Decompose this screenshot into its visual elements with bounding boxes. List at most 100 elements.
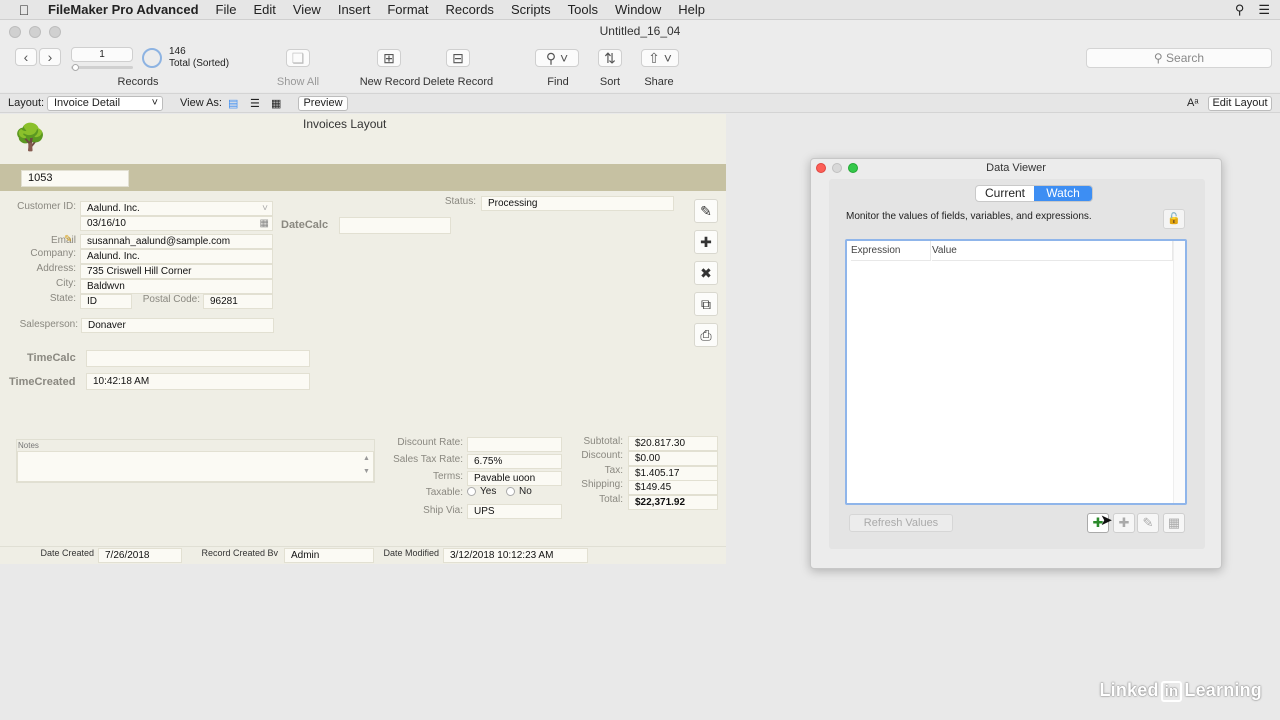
lock-button[interactable]: 🔓 <box>1163 209 1185 229</box>
postal-code-field[interactable]: 96281 <box>203 294 273 309</box>
edit-expression-button[interactable]: ✎ <box>1137 513 1159 533</box>
find-button[interactable]: ⚲ ˅ <box>535 49 579 67</box>
status-field[interactable]: Processing <box>481 196 674 211</box>
window-zoom-button[interactable] <box>49 26 61 38</box>
timecreated-field[interactable]: 10:42:18 AM <box>86 373 310 390</box>
invoice-id-field[interactable]: 1053 <box>21 170 129 187</box>
menu-edit[interactable]: Edit <box>253 2 275 17</box>
duplicate-expression-button[interactable]: ✚ <box>1113 513 1135 533</box>
delete-button[interactable]: ✖ <box>694 261 718 285</box>
formatting-bar-icon[interactable]: Aᵃ <box>1187 97 1198 109</box>
tax-field[interactable]: $1.405.17 <box>628 466 718 481</box>
timecalc-field[interactable] <box>86 350 310 367</box>
timecreated-label: TimeCreated <box>9 376 76 388</box>
duplicate-button[interactable]: ⧉ <box>694 292 718 316</box>
mouse-cursor-icon: ➤ <box>1100 512 1113 529</box>
layout-select[interactable]: Invoice Detail ˅ <box>47 96 163 111</box>
menu-help[interactable]: Help <box>678 2 705 17</box>
new-record-button[interactable]: ⊞ <box>377 49 401 67</box>
total-field[interactable]: $22,371.92 <box>628 495 718 510</box>
linkedin-learning-watermark: Linked in Learning <box>1099 680 1262 702</box>
delete-record-button[interactable]: ⊟ <box>446 49 470 67</box>
menu-records[interactable]: Records <box>446 2 494 17</box>
preview-button[interactable]: Preview <box>298 96 348 111</box>
customer-id-dropdown[interactable]: Aalund. Inc. ˅ <box>80 201 273 216</box>
record-slider-handle[interactable] <box>72 64 79 71</box>
date-created-label: Date Created <box>40 548 94 558</box>
email-field[interactable]: susannah_aalund@sample.com <box>80 234 273 249</box>
refresh-values-button[interactable]: Refresh Values <box>849 514 953 532</box>
city-field[interactable]: Baldwvn <box>80 279 273 294</box>
add-button[interactable]: ✚ <box>694 230 718 254</box>
delete-expression-button[interactable]: ▦ <box>1163 513 1185 533</box>
date-modified-field[interactable]: 3/12/2018 10:12:23 AM <box>443 548 588 563</box>
date-created-field[interactable]: 7/26/2018 <box>98 548 182 563</box>
shipping-field[interactable]: $149.45 <box>628 480 718 495</box>
edit-layout-button[interactable]: Edit Layout <box>1208 96 1272 111</box>
sort-button[interactable]: ⇅ <box>598 49 622 67</box>
layout-content: 🌳 Invoices Layout 1053 Customer ID: Aalu… <box>0 114 726 564</box>
sales-tax-rate-label: Sales Tax Rate: <box>393 454 463 465</box>
address-field[interactable]: 735 Criswell Hill Corner <box>80 264 273 279</box>
share-button[interactable]: ⇧ ˅ <box>641 49 679 67</box>
edit-button[interactable]: ✎ <box>694 199 718 223</box>
date-field[interactable]: 03/16/10 ▦ <box>80 216 273 231</box>
delete-record-label: Delete Record <box>422 76 494 88</box>
spotlight-search-icon[interactable]: ⚲ <box>1235 2 1245 18</box>
window-minimize-button[interactable] <box>29 26 41 38</box>
menu-tools[interactable]: Tools <box>568 2 598 17</box>
table-scrollbar[interactable] <box>1173 241 1185 503</box>
column-expression[interactable]: Expression <box>851 241 931 261</box>
calendar-icon[interactable]: ▦ <box>260 217 269 230</box>
table-view-icon[interactable]: ▦ <box>271 97 281 110</box>
app-menu[interactable]: FileMaker Pro Advanced <box>48 2 199 17</box>
notes-scrollbar[interactable]: ▲ ▼ <box>360 452 373 481</box>
show-all-button[interactable]: ❏ <box>286 49 310 67</box>
terms-field[interactable]: Pavable uoon <box>467 471 562 486</box>
list-view-icon[interactable]: ☰ <box>250 97 260 110</box>
menu-scripts[interactable]: Scripts <box>511 2 551 17</box>
notes-field[interactable] <box>17 451 374 482</box>
subtotal-field[interactable]: $20.817.30 <box>628 436 718 451</box>
ship-via-field[interactable]: UPS <box>467 504 562 519</box>
record-created-by-field[interactable]: Admin <box>284 548 374 563</box>
ship-via-label: Ship Via: <box>423 505 463 516</box>
tab-watch[interactable]: Watch <box>1034 186 1092 201</box>
taxable-yes-radio[interactable] <box>467 487 476 496</box>
apple-menu-icon[interactable]:  <box>0 2 48 18</box>
salesperson-label: Salesperson: <box>19 319 78 330</box>
lock-icon: 🔓 <box>1167 213 1181 225</box>
sales-tax-rate-field[interactable]: 6.75% <box>467 454 562 469</box>
company-field[interactable]: Aalund. Inc. <box>80 249 273 264</box>
taxable-label: Taxable: <box>425 487 463 498</box>
next-record-button[interactable]: › <box>39 48 61 66</box>
notification-center-icon[interactable]: ☰ <box>1258 2 1270 18</box>
form-view-icon[interactable]: ▤ <box>228 97 238 110</box>
menu-window[interactable]: Window <box>615 2 661 17</box>
taxable-no-radio[interactable] <box>506 487 515 496</box>
new-record-label: New Record <box>359 76 421 88</box>
column-value[interactable]: Value <box>932 241 1173 261</box>
menu-file[interactable]: File <box>216 2 237 17</box>
quick-find-search-input[interactable]: ⚲ Search <box>1086 48 1272 68</box>
menu-view[interactable]: View <box>293 2 321 17</box>
search-icon: ⚲ <box>1153 51 1167 65</box>
discount-rate-field[interactable] <box>467 437 562 452</box>
state-field[interactable]: ID <box>80 294 132 309</box>
print-button[interactable]: ⎙ <box>694 323 718 347</box>
sort-icon: ⇅ <box>604 49 616 66</box>
previous-record-button[interactable]: ‹ <box>15 48 37 66</box>
record-number-field[interactable]: 1 <box>71 47 133 62</box>
tab-current[interactable]: Current <box>976 186 1034 201</box>
share-icon: ⇧ ˅ <box>648 49 672 66</box>
datecalc-field[interactable] <box>339 217 451 234</box>
watch-expression-table[interactable]: Expression Value <box>845 239 1187 505</box>
duplicate-icon: ⧉ <box>701 295 711 312</box>
layout-title: Invoices Layout <box>303 117 387 131</box>
menu-format[interactable]: Format <box>387 2 428 17</box>
record-slider[interactable] <box>71 66 133 69</box>
discount-field[interactable]: $0.00 <box>628 451 718 466</box>
salesperson-field[interactable]: Donaver <box>81 318 274 333</box>
window-close-button[interactable] <box>9 26 21 38</box>
menu-insert[interactable]: Insert <box>338 2 371 17</box>
